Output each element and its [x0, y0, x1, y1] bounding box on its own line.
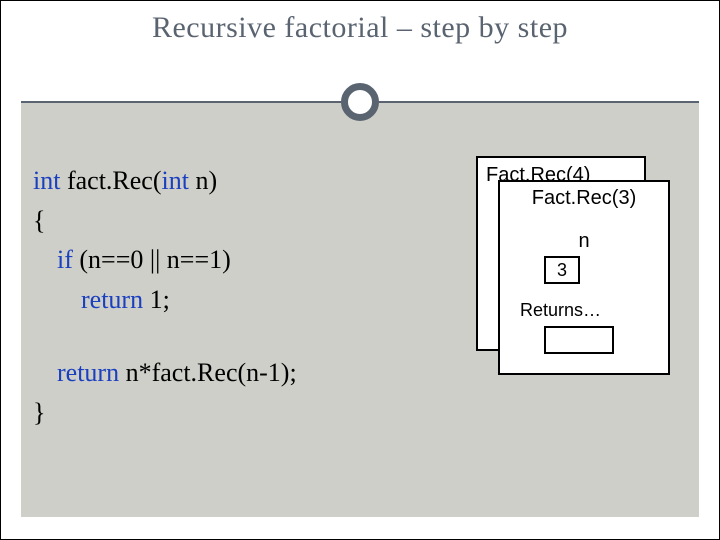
var-n-label: n [578, 230, 589, 253]
var-n-box: 3 [544, 256, 580, 284]
returns-label: Returns… [520, 300, 601, 321]
call-stack: Fact.Rec(4) Fact.Rec(3) n 3 Returns… [476, 156, 686, 386]
code-line-6: } [33, 393, 453, 433]
code-block: int fact.Rec(int n) { if (n==0 || n==1) … [33, 161, 453, 432]
keyword-return: return [81, 285, 143, 314]
divider-ring-icon [341, 83, 379, 121]
keyword-int: int [162, 166, 189, 195]
code-gap [33, 319, 453, 353]
keyword-int: int [33, 166, 60, 195]
keyword-if: if [57, 245, 73, 274]
stack-frame-front: Fact.Rec(3) n 3 Returns… [498, 180, 670, 375]
code-line-3: if (n==0 || n==1) [33, 240, 453, 280]
code-line-2: { [33, 201, 453, 241]
code-line-4: return 1; [33, 280, 453, 320]
slide-title: Recursive factorial – step by step [21, 11, 699, 45]
code-line-5: return n*fact.Rec(n-1); [33, 353, 453, 393]
returns-box [544, 326, 614, 354]
title-area: Recursive factorial – step by step [21, 11, 699, 83]
keyword-return: return [57, 358, 119, 387]
slide: Recursive factorial – step by step int f… [0, 0, 720, 540]
code-line-1: int fact.Rec(int n) [33, 161, 453, 201]
stack-frame-front-title: Fact.Rec(3) [500, 187, 668, 210]
